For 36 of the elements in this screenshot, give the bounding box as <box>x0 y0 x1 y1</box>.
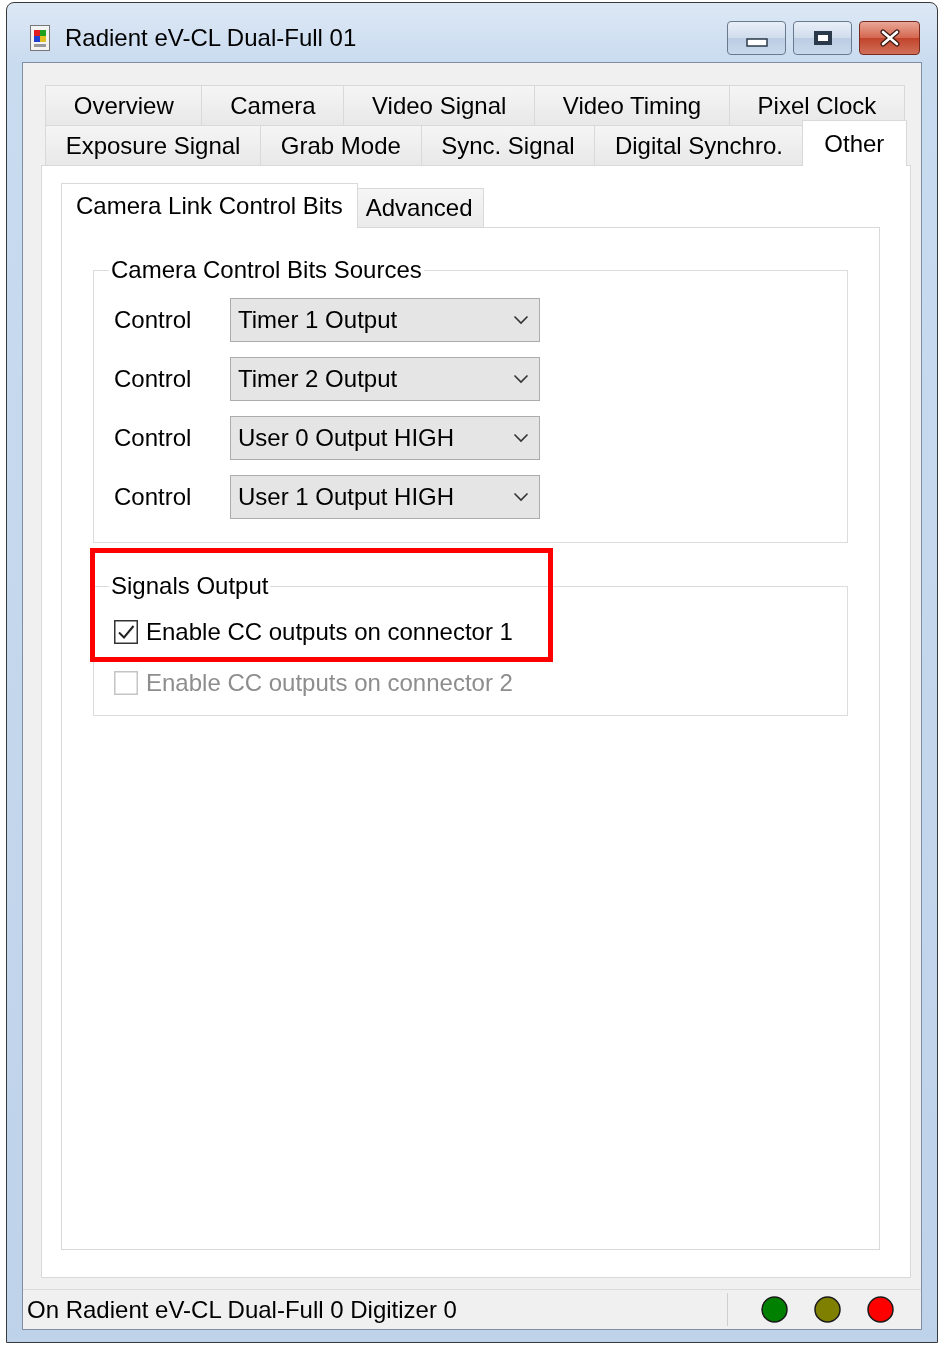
maximize-icon <box>812 29 833 46</box>
field-label: Control <box>114 424 193 452</box>
tab[interactable]: Exposure Signal <box>45 125 262 165</box>
close-icon <box>878 28 901 47</box>
dropdown[interactable]: Timer 2 Output <box>230 357 540 401</box>
chevron-down-icon <box>513 374 529 384</box>
chevron-down-icon <box>513 492 529 502</box>
tab[interactable]: Grab Mode <box>260 125 422 165</box>
chevron-down-icon <box>513 315 529 325</box>
group-title: Camera Control Bits Sources <box>110 257 423 283</box>
status-text: On Radient eV-CL Dual-Full 0 Digitizer 0 <box>27 1295 458 1324</box>
tab[interactable]: Digital Synchro. <box>594 125 804 165</box>
checkbox-label[interactable]: Enable CC outputs on connector 1 <box>146 618 513 646</box>
checkbox[interactable] <box>114 620 138 644</box>
tab[interactable]: Video Timing <box>534 85 730 125</box>
tab[interactable]: Other <box>801 120 907 166</box>
maximize-button[interactable] <box>793 20 852 55</box>
minimize-icon <box>745 38 768 47</box>
tab[interactable]: Sync. Signal <box>420 125 596 165</box>
tab[interactable]: Camera <box>201 85 345 125</box>
tab[interactable]: Video Signal <box>343 85 536 125</box>
field-label: Control <box>114 306 193 334</box>
dropdown[interactable]: Timer 1 Output <box>230 298 540 342</box>
app-icon <box>30 24 50 51</box>
field-label: Control <box>114 365 193 393</box>
dropdown[interactable]: User 1 Output HIGH <box>230 475 540 519</box>
group-title: Signals Output <box>110 573 270 599</box>
minimize-button[interactable] <box>727 20 786 55</box>
tab[interactable]: Camera Link Control Bits <box>61 183 358 228</box>
tab[interactable]: Pixel Clock <box>728 85 905 125</box>
window-title: Radient eV-CL Dual-Full 01 <box>65 23 357 52</box>
dropdown[interactable]: User 0 Output HIGH <box>230 416 540 460</box>
close-button[interactable] <box>859 20 920 55</box>
chevron-down-icon <box>513 433 529 443</box>
tab[interactable]: Overview <box>45 85 203 125</box>
field-label: Control <box>114 483 193 511</box>
